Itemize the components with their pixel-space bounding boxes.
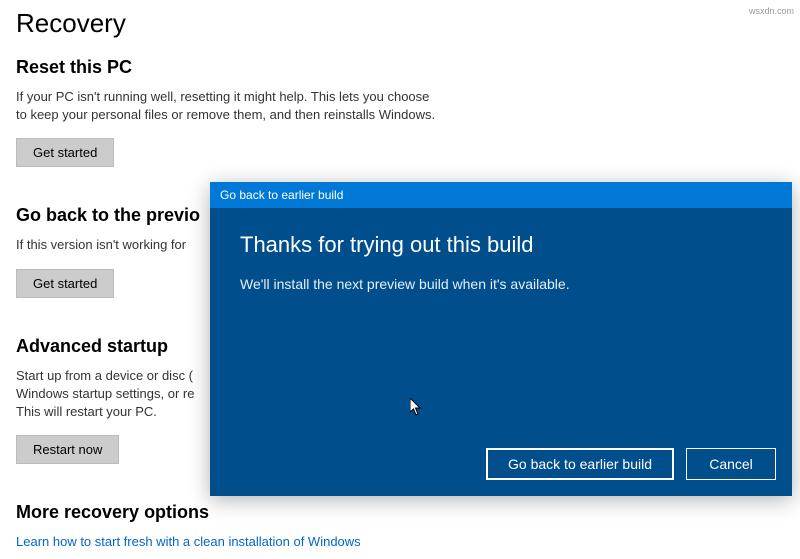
more-recovery-heading: More recovery options xyxy=(16,502,784,523)
watermark-text: wsxdn.com xyxy=(749,6,794,16)
dialog-title: Go back to earlier build xyxy=(220,188,343,202)
dialog-heading: Thanks for trying out this build xyxy=(240,232,762,258)
restart-now-button[interactable]: Restart now xyxy=(16,435,119,464)
cancel-button[interactable]: Cancel xyxy=(686,448,776,480)
dialog-titlebar: Go back to earlier build xyxy=(210,182,792,208)
go-back-build-button[interactable]: Go back to earlier build xyxy=(486,448,674,480)
section-reset: Reset this PC If your PC isn't running w… xyxy=(16,57,784,167)
clean-install-link[interactable]: Learn how to start fresh with a clean in… xyxy=(16,534,361,549)
reset-description: If your PC isn't running well, resetting… xyxy=(16,88,436,124)
dialog-footer: Go back to earlier build Cancel xyxy=(210,436,792,496)
rollback-dialog: Go back to earlier build Thanks for tryi… xyxy=(210,182,792,496)
reset-get-started-button[interactable]: Get started xyxy=(16,138,114,167)
page-title: Recovery xyxy=(16,8,784,39)
dialog-body: Thanks for trying out this build We'll i… xyxy=(210,208,792,436)
reset-heading: Reset this PC xyxy=(16,57,784,78)
dialog-message: We'll install the next preview build whe… xyxy=(240,276,762,292)
go-back-get-started-button[interactable]: Get started xyxy=(16,269,114,298)
section-more-recovery: More recovery options Learn how to start… xyxy=(16,502,784,551)
